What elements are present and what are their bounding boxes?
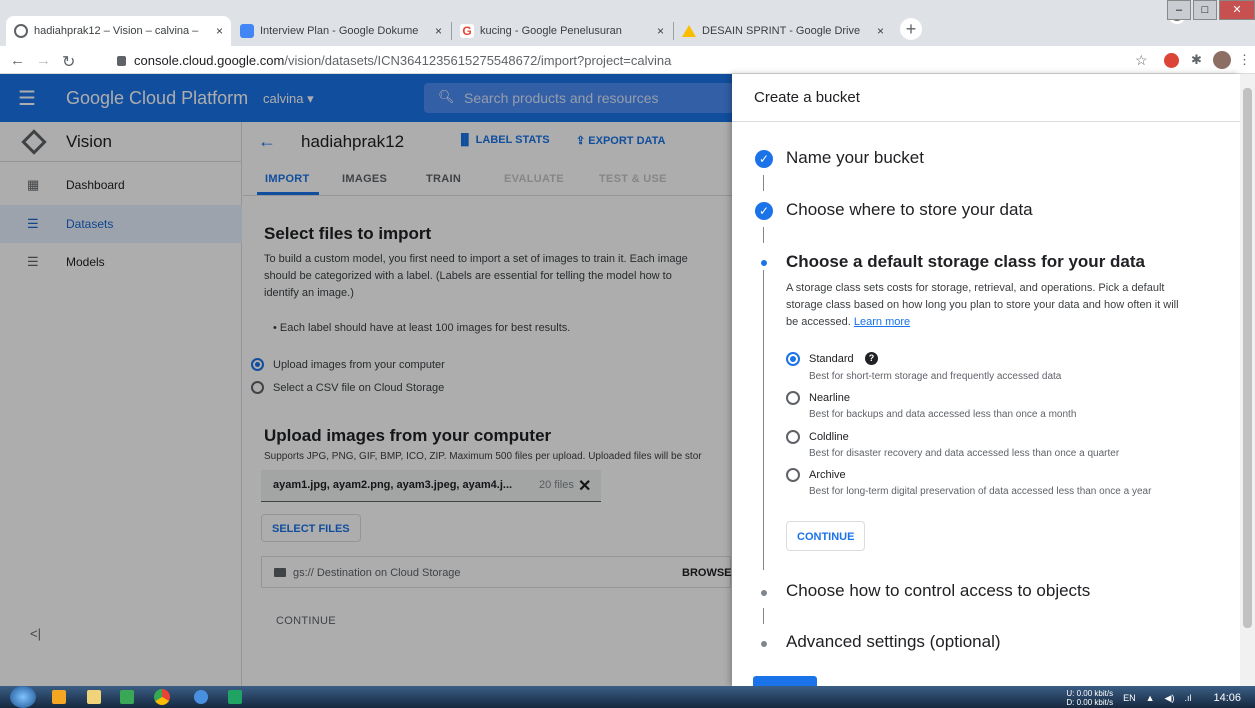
reload-icon[interactable]: ↻ bbox=[62, 52, 75, 72]
step-connector bbox=[763, 175, 764, 191]
step-connector bbox=[763, 608, 764, 624]
url-field[interactable]: console.cloud.google.com /vision/dataset… bbox=[117, 51, 671, 70]
step-storage-class: Choose a default storage class for your … bbox=[786, 252, 1145, 271]
help-icon[interactable]: ? bbox=[865, 352, 878, 365]
address-bar: ← → ↻ console.cloud.google.com /vision/d… bbox=[0, 46, 1255, 74]
tab-title: Interview Plan - Google Dokume bbox=[260, 25, 419, 37]
storage-class-desc: Best for long-term digital preservation … bbox=[809, 486, 1152, 497]
clock[interactable]: 14:06 bbox=[1213, 692, 1241, 704]
storage-class-description: A storage class sets costs for storage, … bbox=[786, 282, 1179, 328]
close-window-icon[interactable]: ✕ bbox=[1219, 0, 1255, 20]
step-pending-dot bbox=[761, 590, 767, 596]
storage-class-name: Standard bbox=[809, 353, 854, 365]
panel-scrollbar[interactable] bbox=[1240, 74, 1255, 686]
step-pending-dot bbox=[761, 641, 767, 647]
google-favicon-icon: G bbox=[460, 24, 474, 38]
url-host: console.cloud.google.com bbox=[134, 53, 285, 68]
volume-icon[interactable]: ◀) bbox=[1165, 693, 1175, 704]
create-bucket-panel: Create a bucket ✓ Name your bucket ✓ Cho… bbox=[732, 74, 1240, 686]
storage-class-name: Coldline bbox=[809, 431, 849, 443]
storage-class-desc: Best for short-term storage and frequent… bbox=[809, 371, 1062, 382]
storage-class-name: Archive bbox=[809, 469, 846, 481]
url-path: /vision/datasets/ICN3641235615275548672/… bbox=[284, 53, 672, 68]
browser-tab-search[interactable]: G kucing - Google Penelusuran × bbox=[452, 16, 672, 46]
docs-favicon-icon bbox=[240, 24, 254, 38]
panel-title: Create a bucket bbox=[754, 89, 860, 106]
browser-tab-vision[interactable]: hadiahprak12 – Vision – calvina – × bbox=[6, 16, 231, 46]
close-tab-icon[interactable]: × bbox=[877, 24, 884, 38]
close-tab-icon[interactable]: × bbox=[216, 24, 223, 38]
panel-header: Create a bucket bbox=[732, 74, 1240, 122]
modal-overlay[interactable] bbox=[0, 74, 732, 686]
lock-icon bbox=[117, 55, 126, 66]
drive-icon[interactable] bbox=[228, 690, 242, 704]
os-taskbar: U: 0.00 kbit/s D: 0.00 kbit/s EN ▲ ◀) .ı… bbox=[0, 686, 1255, 708]
standard-radio[interactable] bbox=[786, 352, 800, 366]
archive-radio[interactable] bbox=[786, 468, 800, 482]
step-connector bbox=[763, 270, 764, 570]
more-menu-icon[interactable]: ⋮ bbox=[1238, 52, 1251, 68]
extensions-puzzle-icon[interactable]: ✱ bbox=[1191, 52, 1202, 68]
start-button-icon[interactable] bbox=[10, 686, 36, 708]
media-player-icon[interactable] bbox=[52, 690, 66, 704]
system-tray: U: 0.00 kbit/s D: 0.00 kbit/s EN ▲ ◀) .ı… bbox=[1066, 689, 1241, 707]
window-controls: – □ ✕ bbox=[1165, 0, 1255, 20]
learn-more-link[interactable]: Learn more bbox=[854, 316, 910, 328]
new-tab-button[interactable]: + bbox=[900, 18, 922, 40]
step-current-dot bbox=[761, 260, 767, 266]
network-speed: U: 0.00 kbit/s D: 0.00 kbit/s bbox=[1066, 689, 1114, 707]
app-icon[interactable] bbox=[120, 690, 134, 704]
storage-class-name: Nearline bbox=[809, 392, 850, 404]
step-name-bucket[interactable]: Name your bucket bbox=[786, 148, 924, 168]
tray-expand-icon[interactable]: ▲ bbox=[1146, 693, 1155, 703]
avatar[interactable] bbox=[1213, 51, 1231, 69]
step-connector bbox=[763, 227, 764, 243]
drive-favicon-icon bbox=[682, 25, 696, 37]
step-complete-check-icon: ✓ bbox=[755, 202, 773, 220]
minimize-icon[interactable]: – bbox=[1167, 0, 1191, 20]
maximize-icon[interactable]: □ bbox=[1193, 0, 1217, 20]
create-button[interactable] bbox=[753, 676, 817, 686]
file-explorer-icon[interactable] bbox=[87, 690, 101, 704]
scrollbar-thumb[interactable] bbox=[1243, 88, 1252, 628]
storage-class-desc: Best for disaster recovery and data acce… bbox=[809, 448, 1120, 459]
gcp-favicon-icon bbox=[14, 24, 28, 38]
forward-arrow-icon[interactable]: → bbox=[36, 52, 51, 69]
chrome-icon[interactable] bbox=[154, 689, 170, 705]
language-indicator[interactable]: EN bbox=[1123, 693, 1136, 703]
tab-title: hadiahprak12 – Vision – calvina – bbox=[34, 25, 199, 37]
app-icon[interactable] bbox=[194, 690, 208, 704]
step-complete-check-icon: ✓ bbox=[755, 150, 773, 168]
continue-button[interactable]: CONTINUE bbox=[786, 521, 866, 551]
browser-tab-bar: hadiahprak12 – Vision – calvina – × Inte… bbox=[0, 0, 1255, 46]
close-tab-icon[interactable]: × bbox=[435, 24, 442, 38]
tab-title: DESAIN SPRINT - Google Drive bbox=[702, 25, 861, 37]
bookmark-star-icon[interactable]: ☆ bbox=[1135, 52, 1148, 69]
extension-icon[interactable] bbox=[1164, 53, 1179, 68]
storage-class-desc: Best for backups and data accessed less … bbox=[809, 409, 1077, 420]
step-advanced-settings[interactable]: Advanced settings (optional) bbox=[786, 632, 1001, 652]
close-tab-icon[interactable]: × bbox=[657, 24, 664, 38]
nearline-radio[interactable] bbox=[786, 391, 800, 405]
signal-icon[interactable]: .ıl bbox=[1184, 693, 1191, 703]
coldline-radio[interactable] bbox=[786, 430, 800, 444]
step-location[interactable]: Choose where to store your data bbox=[786, 200, 1033, 220]
back-arrow-icon[interactable]: ← bbox=[10, 52, 25, 69]
browser-tab-docs[interactable]: Interview Plan - Google Dokume × bbox=[232, 16, 450, 46]
step-access-control[interactable]: Choose how to control access to objects bbox=[786, 581, 1090, 601]
browser-tab-drive[interactable]: DESAIN SPRINT - Google Drive × bbox=[674, 16, 892, 46]
tab-title: kucing - Google Penelusuran bbox=[480, 25, 622, 37]
